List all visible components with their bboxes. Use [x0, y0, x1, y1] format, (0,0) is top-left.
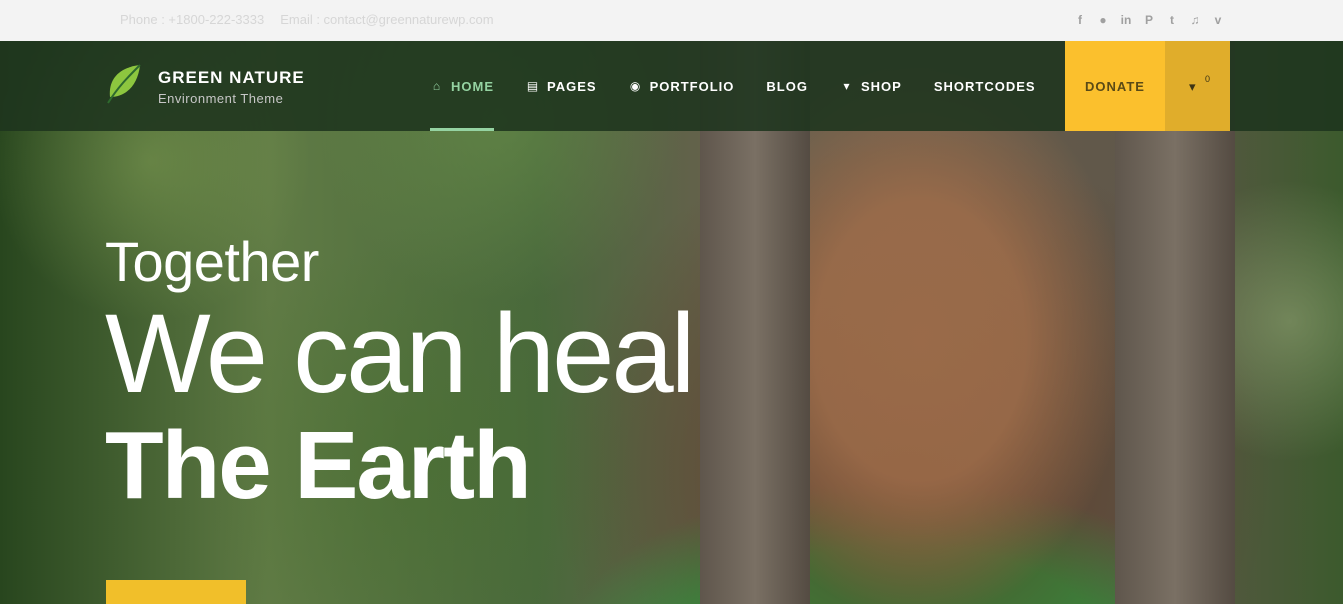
nav-label: SHOP [860, 78, 902, 94]
main-header: GREEN NATURE Environment Theme ⌂ HOME ▤ … [0, 41, 1343, 131]
shopping-cart-icon: ▾ [1189, 79, 1196, 94]
contact-info: Phone : +1800-222-3333 Email : contact@g… [120, 12, 494, 27]
page: Phone : +1800-222-3333 Email : contact@g… [0, 0, 1343, 604]
pinterest-icon[interactable]: P [1142, 12, 1156, 28]
globe-icon: ◉ [629, 79, 642, 93]
hero-line-2: We can heal [105, 291, 696, 416]
donate-button[interactable]: DONATE [1065, 41, 1165, 131]
hero-line-3: The Earth [105, 412, 532, 519]
cart-icon: ▾ [843, 79, 851, 93]
twitter-icon[interactable]: ♫ [1188, 12, 1202, 28]
nav-label: PORTFOLIO [649, 78, 735, 94]
cart-button[interactable]: ▾ 0 [1165, 41, 1230, 131]
brand[interactable]: GREEN NATURE Environment Theme [158, 68, 305, 106]
nav-item-portfolio[interactable]: ◉ PORTFOLIO [629, 41, 735, 131]
nav-label: PAGES [547, 78, 597, 94]
cart-count-badge: 0 [1205, 74, 1211, 84]
flickr-icon[interactable]: ● [1096, 12, 1110, 28]
brand-name: GREEN NATURE [158, 68, 305, 87]
nav-label: HOME [451, 78, 494, 94]
nav-item-home[interactable]: ⌂ HOME [430, 41, 494, 131]
document-icon: ▤ [526, 79, 540, 93]
home-icon: ⌂ [432, 79, 442, 93]
leaf-logo-icon[interactable] [104, 63, 144, 105]
hero-line-1: Together [105, 230, 319, 293]
social-links: f ● in P t ♫ v [1073, 12, 1225, 28]
linkedin-icon[interactable]: in [1119, 12, 1133, 28]
hero-headline: Together We can heal The Earth [105, 230, 696, 519]
nav-item-shop[interactable]: ▾ SHOP [840, 41, 902, 131]
nav-item-shortcodes[interactable]: SHORTCODES [934, 41, 1036, 131]
top-bar: Phone : +1800-222-3333 Email : contact@g… [0, 0, 1343, 41]
brand-tagline: Environment Theme [158, 91, 284, 106]
email-text: Email : contact@greennaturewp.com [280, 12, 494, 27]
nav-item-pages[interactable]: ▤ PAGES [526, 41, 597, 131]
nav-label: SHORTCODES [933, 78, 1036, 94]
vimeo-icon[interactable]: v [1211, 12, 1225, 28]
main-nav: ⌂ HOME ▤ PAGES ◉ PORTFOLIO BLOG ▾ SHOP S… [430, 41, 1068, 131]
nav-item-blog[interactable]: BLOG [766, 41, 808, 131]
tumblr-icon[interactable]: t [1165, 12, 1179, 28]
hero-cta-button[interactable] [106, 580, 246, 604]
facebook-icon[interactable]: f [1073, 12, 1087, 28]
nav-label: BLOG [766, 78, 808, 94]
phone-text: Phone : +1800-222-3333 [120, 12, 265, 27]
